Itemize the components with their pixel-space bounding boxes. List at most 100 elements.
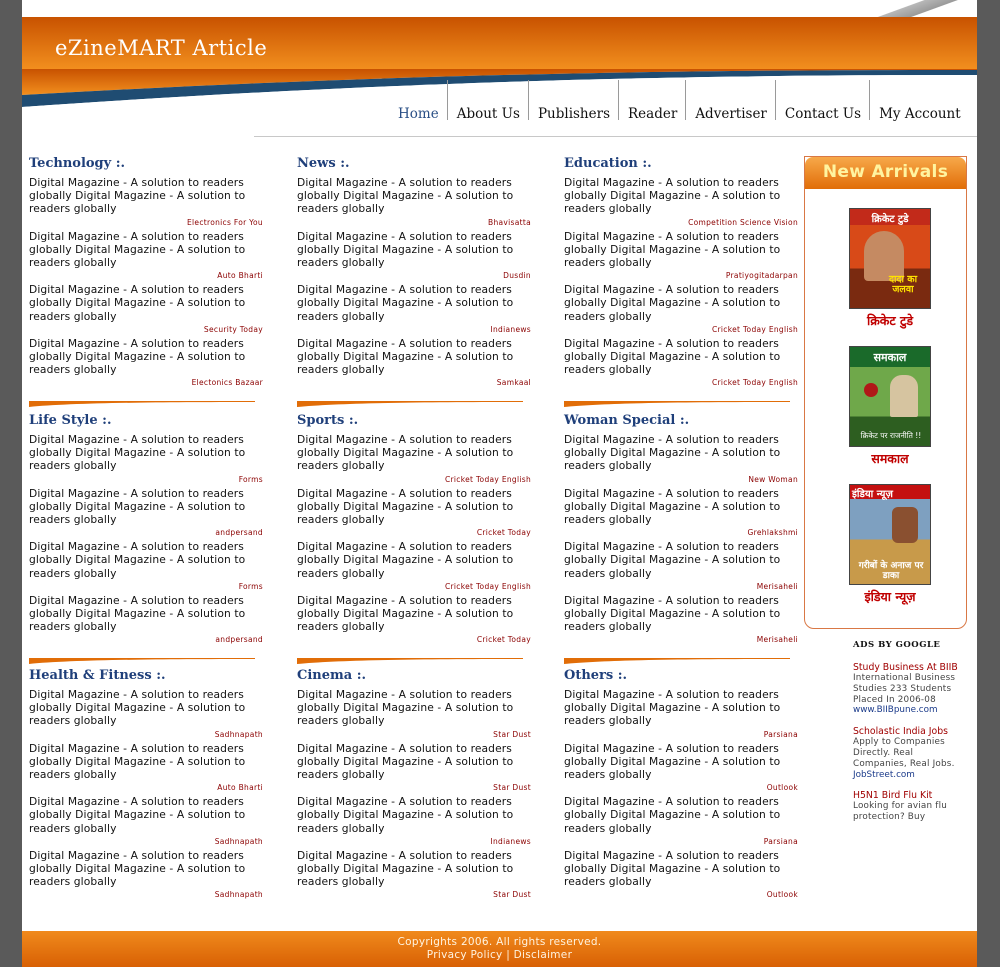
article-summary[interactable]: Digital Magazine - A solution to readers… [564,337,798,377]
article-summary[interactable]: Digital Magazine - A solution to readers… [297,849,531,889]
ad-item[interactable]: H5N1 Bird Flu Kit Looking for avian flu … [853,790,963,823]
article-summary[interactable]: Digital Magazine - A solution to readers… [29,594,263,634]
article-source[interactable]: Merisaheli [564,633,798,647]
article-item[interactable]: Digital Magazine - A solution to readers… [29,176,263,230]
section-title[interactable]: Education :. [564,156,798,176]
ad-title[interactable]: H5N1 Bird Flu Kit [853,790,963,801]
article-summary[interactable]: Digital Magazine - A solution to readers… [564,230,798,270]
article-summary[interactable]: Digital Magazine - A solution to readers… [564,540,798,580]
article-summary[interactable]: Digital Magazine - A solution to readers… [297,688,531,728]
article-summary[interactable]: Digital Magazine - A solution to readers… [297,540,531,580]
article-source[interactable]: Electronics For You [29,216,263,230]
article-item[interactable]: Digital Magazine - A solution to readers… [297,230,531,284]
ad-url[interactable]: JobStreet.com [853,770,963,781]
article-summary[interactable]: Digital Magazine - A solution to readers… [29,795,263,835]
article-source[interactable]: Star Dust [297,888,531,902]
article-summary[interactable]: Digital Magazine - A solution to readers… [29,433,263,473]
article-source[interactable]: Forms [29,473,263,487]
article-item[interactable]: Digital Magazine - A solution to readers… [297,742,531,796]
section-title[interactable]: Woman Special :. [564,413,798,433]
article-source[interactable]: Star Dust [297,728,531,742]
article-summary[interactable]: Digital Magazine - A solution to readers… [297,594,531,634]
article-source[interactable]: Parsiana [564,835,798,849]
article-source[interactable]: Grehlakshmi [564,526,798,540]
section-title[interactable]: Technology :. [29,156,263,176]
article-item[interactable]: Digital Magazine - A solution to readers… [29,230,263,284]
article-source[interactable]: Auto Bharti [29,781,263,795]
article-item[interactable]: Digital Magazine - A solution to readers… [297,176,531,230]
article-summary[interactable]: Digital Magazine - A solution to readers… [564,849,798,889]
article-summary[interactable]: Digital Magazine - A solution to readers… [29,742,263,782]
article-summary[interactable]: Digital Magazine - A solution to readers… [297,742,531,782]
article-source[interactable]: Outlook [564,781,798,795]
magazine-cover[interactable]: समकाल क्रिकेट पर राजनीति !! [849,346,931,447]
nav-reader[interactable]: Reader [618,80,685,136]
article-summary[interactable]: Digital Magazine - A solution to readers… [29,337,263,377]
article-summary[interactable]: Digital Magazine - A solution to readers… [29,283,263,323]
article-source[interactable]: Cricket Today English [297,580,531,594]
magazine-card[interactable]: क्रिकेट टुडे दादा का जलवा क्रिकेट टुडे [849,208,931,329]
article-item[interactable]: Digital Magazine - A solution to readers… [297,795,531,849]
article-summary[interactable]: Digital Magazine - A solution to readers… [564,433,798,473]
article-summary[interactable]: Digital Magazine - A solution to readers… [564,176,798,216]
article-item[interactable]: Digital Magazine - A solution to readers… [297,594,531,648]
article-source[interactable]: Cricket Today [297,633,531,647]
magazine-cover[interactable]: इंडिया न्यूज़ गरीबों के अनाज पर डाका [849,484,931,585]
magazine-card[interactable]: समकाल क्रिकेट पर राजनीति !! समकाल [849,346,931,467]
article-item[interactable]: Digital Magazine - A solution to readers… [297,487,531,541]
nav-home[interactable]: Home [388,80,447,136]
article-source[interactable]: Star Dust [297,781,531,795]
section-title[interactable]: Sports :. [297,413,531,433]
article-source[interactable]: Dusdin [297,269,531,283]
nav-publishers[interactable]: Publishers [527,80,618,136]
article-source[interactable]: Sadhnapath [29,888,263,902]
article-summary[interactable]: Digital Magazine - A solution to readers… [297,176,531,216]
article-summary[interactable]: Digital Magazine - A solution to readers… [29,540,263,580]
article-item[interactable]: Digital Magazine - A solution to readers… [29,337,263,391]
magazine-card[interactable]: इंडिया न्यूज़ गरीबों के अनाज पर डाका इंड… [849,484,931,605]
magazine-cover[interactable]: क्रिकेट टुडे दादा का जलवा [849,208,931,309]
article-item[interactable]: Digital Magazine - A solution to readers… [29,594,263,648]
article-summary[interactable]: Digital Magazine - A solution to readers… [29,230,263,270]
article-item[interactable]: Digital Magazine - A solution to readers… [297,337,531,391]
ad-item[interactable]: Study Business At BIIB International Bus… [853,662,963,716]
article-source[interactable]: andpersand [29,526,263,540]
article-item[interactable]: Digital Magazine - A solution to readers… [564,594,798,648]
article-item[interactable]: Digital Magazine - A solution to readers… [564,849,798,903]
article-item[interactable]: Digital Magazine - A solution to readers… [564,487,798,541]
article-summary[interactable]: Digital Magazine - A solution to readers… [297,795,531,835]
ad-item[interactable]: Scholastic India Jobs Apply to Companies… [853,726,963,780]
article-item[interactable]: Digital Magazine - A solution to readers… [297,433,531,487]
article-item[interactable]: Digital Magazine - A solution to readers… [297,540,531,594]
article-source[interactable]: Auto Bharti [29,269,263,283]
article-source[interactable]: Forms [29,580,263,594]
article-item[interactable]: Digital Magazine - A solution to readers… [29,742,263,796]
article-item[interactable]: Digital Magazine - A solution to readers… [564,540,798,594]
footer-links[interactable]: Privacy Policy | Disclaimer [22,949,977,962]
site-title[interactable]: eZineMART Article [55,36,267,60]
article-summary[interactable]: Digital Magazine - A solution to readers… [297,230,531,270]
article-summary[interactable]: Digital Magazine - A solution to readers… [564,688,798,728]
article-item[interactable]: Digital Magazine - A solution to readers… [564,433,798,487]
article-source[interactable]: Indianews [297,323,531,337]
article-source[interactable]: Cricket Today English [564,376,798,390]
article-source[interactable]: Cricket Today [297,526,531,540]
article-summary[interactable]: Digital Magazine - A solution to readers… [29,176,263,216]
article-summary[interactable]: Digital Magazine - A solution to readers… [29,688,263,728]
article-summary[interactable]: Digital Magazine - A solution to readers… [564,594,798,634]
article-item[interactable]: Digital Magazine - A solution to readers… [29,795,263,849]
article-item[interactable]: Digital Magazine - A solution to readers… [564,795,798,849]
article-source[interactable]: Merisaheli [564,580,798,594]
article-summary[interactable]: Digital Magazine - A solution to readers… [564,283,798,323]
article-source[interactable]: Sadhnapath [29,728,263,742]
article-source[interactable]: Samkaal [297,376,531,390]
article-source[interactable]: New Woman [564,473,798,487]
nav-contact-us[interactable]: Contact Us [774,80,869,136]
article-item[interactable]: Digital Magazine - A solution to readers… [29,540,263,594]
article-source[interactable]: Outlook [564,888,798,902]
article-summary[interactable]: Digital Magazine - A solution to readers… [564,487,798,527]
article-item[interactable]: Digital Magazine - A solution to readers… [29,487,263,541]
article-summary[interactable]: Digital Magazine - A solution to readers… [297,433,531,473]
nav-advertiser[interactable]: Advertiser [685,80,775,136]
article-summary[interactable]: Digital Magazine - A solution to readers… [297,337,531,377]
